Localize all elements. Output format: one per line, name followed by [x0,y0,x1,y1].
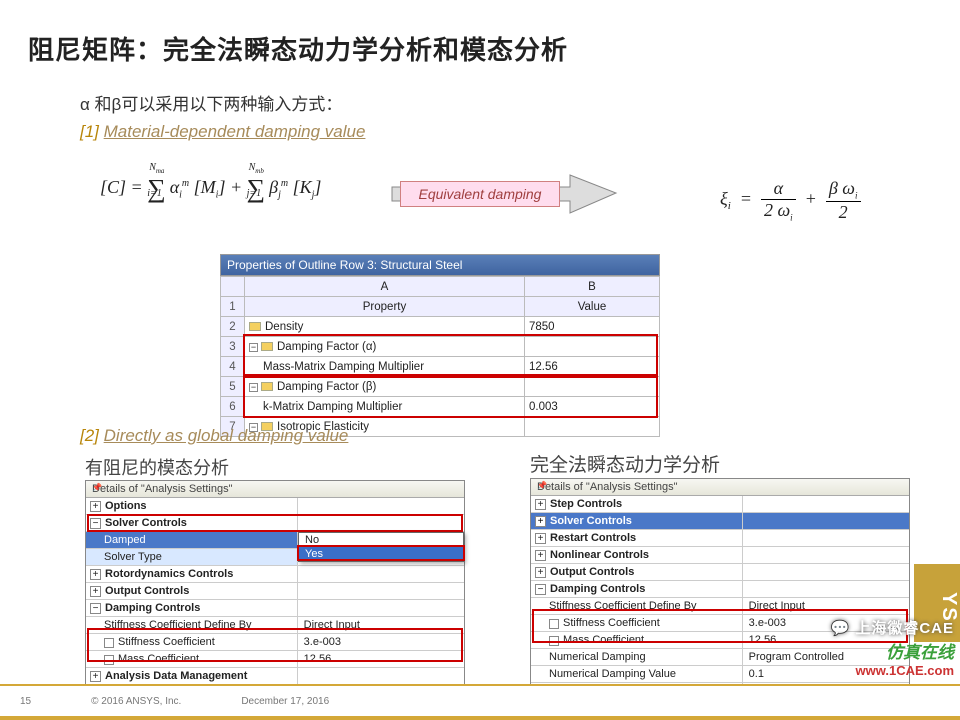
expand-icon[interactable]: + [535,533,546,544]
val-mass-coef[interactable]: 12.56 [298,651,464,667]
row-num-damping-val[interactable]: Numerical Damping Value [531,666,743,682]
checkbox-icon[interactable] [549,619,559,629]
intro-text: α 和β可以采用以下两种输入方式： [80,90,342,115]
formula-c-matrix: [C] = Nma ∑ i=1 αim [Mi] + Nmb ∑ j=1 βjm… [100,170,321,201]
property-icon [261,382,273,391]
row-mass-coef[interactable]: Mass Coefficient [531,632,743,648]
val-stiff-define[interactable]: Direct Input [298,617,464,633]
expand-icon[interactable]: + [535,550,546,561]
properties-table: Properties of Outline Row 3: Structural … [220,254,660,437]
expand-icon[interactable]: + [535,567,546,578]
pin-icon[interactable]: 📌 [92,483,100,491]
val-stiff-coef[interactable]: 3.e-003 [298,634,464,650]
watermark: 💬 上海徽睿CAE 仿真在线 www.1CAE.com [830,617,954,678]
section-1-text: Material-dependent damping value [104,122,366,141]
properties-header: Properties of Outline Row 3: Structural … [220,254,660,276]
row-options[interactable]: +Options [86,498,298,514]
section-1-num: [1] [80,122,99,141]
analysis-settings-panel-left: Details of "Analysis Settings"📌 +Options… [85,480,465,685]
panel-header: Details of "Analysis Settings"📌 [531,479,909,496]
val-stiff-define[interactable]: Direct Input [743,598,909,614]
col-property: Property [245,297,525,317]
expand-icon[interactable]: + [90,671,101,682]
page-number: 15 [20,696,31,707]
val-density[interactable]: 7850 [525,317,660,337]
row-mass-coef[interactable]: Mass Coefficient [86,651,298,667]
pin-icon[interactable]: 📌 [537,481,545,489]
expand-icon[interactable]: + [90,501,101,512]
row-stiff-define[interactable]: Stiffness Coefficient Define By [531,598,743,614]
formula-xi: ξi = α2 ωi + β ωi2 [720,178,861,223]
row-damping-controls[interactable]: −Damping Controls [86,600,298,616]
val-mass-mult[interactable]: 12.56 [525,357,660,377]
collapse-icon[interactable]: − [535,584,546,595]
row-num: 2 [221,317,245,337]
row-damping-controls[interactable]: −Damping Controls [531,581,743,597]
val-k-mult[interactable]: 0.003 [525,397,660,417]
dropdown-option-yes[interactable]: Yes [299,547,463,561]
col-B: B [525,277,660,297]
row-output-controls[interactable]: +Output Controls [86,583,298,599]
prop-mass-mult[interactable]: Mass-Matrix Damping Multiplier [245,357,525,377]
subtitle-right: 完全法瞬态动力学分析 [530,450,720,477]
row-solver-controls[interactable]: +Solver Controls [531,513,743,529]
col-value: Value [525,297,660,317]
row-analysis-data[interactable]: +Analysis Data Management [86,668,298,684]
row-step-controls[interactable]: +Step Controls [531,496,743,512]
expand-icon[interactable]: + [90,586,101,597]
row-stiff-coef[interactable]: Stiffness Coefficient [531,615,743,631]
checkbox-icon[interactable] [549,636,559,646]
slide-title: 阻尼矩阵：完全法瞬态动力学分析和模态分析 [28,30,568,67]
arrow-equivalent-damping: Equivalent damping [400,175,630,215]
checkbox-icon[interactable] [104,655,114,665]
row-damped[interactable]: Damped [86,532,298,548]
prop-density[interactable]: Density [245,317,525,337]
panel-header: Details of "Analysis Settings"📌 [86,481,464,498]
collapse-icon[interactable]: − [90,518,101,529]
collapse-icon[interactable]: − [249,383,258,392]
date: December 17, 2016 [241,696,329,707]
dropdown-option-no[interactable]: No [299,533,463,547]
row-solver-controls[interactable]: −Solver Controls [86,515,298,531]
collapse-icon[interactable]: − [90,603,101,614]
row-num-damping[interactable]: Numerical Damping [531,649,743,665]
checkbox-icon[interactable] [104,638,114,648]
row-nonlinear-controls[interactable]: +Nonlinear Controls [531,547,743,563]
row-rotordynamics[interactable]: +Rotordynamics Controls [86,566,298,582]
section-1-heading: [1] Material-dependent damping value [80,122,365,142]
section-2-heading: [2] Directly as global damping value [80,426,348,446]
watermark-line1: 💬 上海徽睿CAE [830,617,954,638]
prop-damping-alpha[interactable]: −Damping Factor (α) [245,337,525,357]
expand-icon[interactable]: + [535,516,546,527]
prop-k-mult[interactable]: k-Matrix Damping Multiplier [245,397,525,417]
expand-icon[interactable]: + [535,499,546,510]
row-restart-controls[interactable]: +Restart Controls [531,530,743,546]
arrow-label: Equivalent damping [400,181,560,207]
section-2-num: [2] [80,426,99,445]
watermark-url: www.1CAE.com [830,663,954,678]
col-A: A [245,277,525,297]
expand-icon[interactable]: + [90,569,101,580]
property-icon [261,342,273,351]
row-stiff-coef[interactable]: Stiffness Coefficient [86,634,298,650]
damped-dropdown[interactable]: No Yes [298,532,464,562]
row-output-controls[interactable]: +Output Controls [531,564,743,580]
copyright: © 2016 ANSYS, Inc. [91,696,181,707]
properties-grid[interactable]: AB 1PropertyValue 2Density7850 3−Damping… [220,276,660,437]
row-stiff-define[interactable]: Stiffness Coefficient Define By [86,617,298,633]
watermark-line2: 仿真在线 [830,638,954,663]
property-icon [249,322,261,331]
section-2-text: Directly as global damping value [104,426,349,445]
prop-damping-beta[interactable]: −Damping Factor (β) [245,377,525,397]
collapse-icon[interactable]: − [249,343,258,352]
row-solver-type[interactable]: Solver Type [86,549,298,565]
subtitle-left: 有阻尼的模态分析 [85,454,229,480]
footer: 15 © 2016 ANSYS, Inc. December 17, 2016 [0,686,960,716]
